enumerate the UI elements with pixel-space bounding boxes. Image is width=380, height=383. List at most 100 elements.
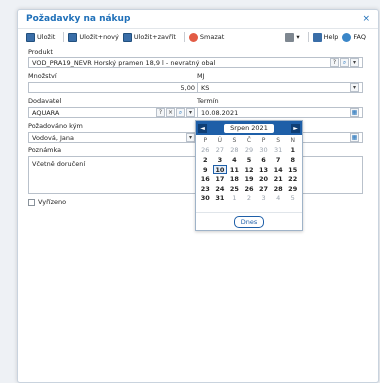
calendar-day[interactable]: 29: [285, 184, 300, 194]
product-option-icon[interactable]: ?: [330, 58, 339, 67]
done-label: Vyřízeno: [38, 198, 67, 206]
delete-label: Smazat: [199, 33, 225, 41]
requested-by-select[interactable]: Vodová, Jana ▾: [28, 132, 199, 143]
requested-by-dropdown-icon[interactable]: ▾: [186, 133, 195, 142]
unit-dropdown-icon[interactable]: ▾: [350, 83, 359, 92]
calendar-day[interactable]: 5: [285, 194, 300, 204]
save-button[interactable]: Uložit: [26, 32, 55, 42]
weekday-header: S: [232, 137, 237, 145]
calendar-day[interactable]: 6: [256, 155, 271, 165]
checkbox-box[interactable]: [28, 198, 35, 206]
save-new-icon: [68, 32, 78, 42]
calendar-day[interactable]: 17: [213, 174, 228, 184]
calendar-day[interactable]: 30: [198, 194, 213, 204]
calendar-day[interactable]: 26: [198, 146, 213, 156]
calendar-day[interactable]: 2: [242, 194, 257, 204]
save-icon: [26, 32, 35, 42]
note-value: Včetně doručení: [32, 160, 86, 168]
calendar-day-selected[interactable]: 10: [212, 164, 228, 175]
save-new-button[interactable]: Uložit+nový: [68, 32, 119, 42]
calendar-day[interactable]: 31: [271, 146, 286, 156]
calendar-day[interactable]: 14: [271, 165, 286, 175]
calendar-day[interactable]: 21: [271, 174, 286, 184]
calendar-day[interactable]: 8: [285, 155, 300, 165]
supplier-search-icon[interactable]: ⌕: [176, 108, 185, 117]
supplier-label: Dodavatel: [28, 97, 62, 105]
toolbar-divider: [183, 32, 185, 42]
product-search-icon[interactable]: ⌕: [340, 58, 349, 67]
calendar-day[interactable]: 20: [256, 174, 271, 184]
note-label: Poznámka: [28, 146, 62, 154]
calendar-header: ◄ Srpen 2021 ►: [196, 121, 302, 135]
calendar-day[interactable]: 4: [227, 155, 242, 165]
help-book-icon: [312, 32, 322, 42]
product-label: Produkt: [28, 48, 53, 56]
product-value: VOD_PRA19_NEVR Horský pramen 18,9 l - ne…: [32, 58, 216, 67]
weekday-header: Č: [246, 137, 252, 145]
calendar-day[interactable]: 7: [271, 155, 286, 165]
product-dropdown-icon[interactable]: ▾: [350, 58, 359, 67]
supplier-field[interactable]: AQUARA ? × ⌕ ▾: [28, 107, 199, 118]
supplier-option-icon[interactable]: ?: [156, 108, 165, 117]
calendar-day[interactable]: 2: [198, 155, 213, 165]
weekday-header: S: [276, 137, 281, 145]
term-date-input[interactable]: 10.08.2021 ▦: [197, 107, 363, 118]
weekday-header: P: [203, 137, 208, 145]
calendar-day[interactable]: 5: [242, 155, 257, 165]
calendar-day[interactable]: 23: [198, 184, 213, 194]
calendar-day[interactable]: 31: [213, 194, 228, 204]
calendar-day[interactable]: 3: [213, 155, 228, 165]
print-menu-button[interactable]: ▾: [285, 32, 300, 42]
calendar-day[interactable]: 1: [227, 194, 242, 204]
done-checkbox[interactable]: Vyřízeno: [28, 198, 66, 206]
calendar-day[interactable]: 26: [242, 184, 257, 194]
chevron-down-icon: ▾: [296, 33, 300, 41]
requested-by-label: Požadováno kým: [28, 122, 83, 130]
calendar-day[interactable]: 1: [285, 146, 300, 156]
calendar-icon[interactable]: ▦: [350, 133, 359, 142]
delete-button[interactable]: Smazat: [188, 32, 225, 42]
calendar-day[interactable]: 13: [256, 165, 271, 175]
quantity-field[interactable]: 5,00: [28, 82, 199, 93]
calendar-day[interactable]: 18: [227, 174, 242, 184]
close-icon[interactable]: ×: [362, 14, 370, 24]
calendar-day[interactable]: 29: [242, 146, 257, 156]
calendar-day[interactable]: 12: [242, 165, 257, 175]
today-button[interactable]: Dnes: [233, 215, 265, 228]
calendar-day[interactable]: 15: [285, 165, 300, 175]
toolbar-divider: [63, 32, 65, 42]
calendar-day[interactable]: 28: [271, 184, 286, 194]
toolbar-right: ▾ Help FAQ: [285, 32, 370, 42]
calendar-day[interactable]: 27: [256, 184, 271, 194]
quantity-value: 5,00: [180, 83, 195, 92]
toolbar-divider: [307, 32, 309, 42]
calendar-icon[interactable]: ▦: [350, 108, 359, 117]
requested-by-value: Vodová, Jana: [32, 133, 74, 142]
unit-select[interactable]: KS ▾: [197, 82, 363, 93]
help-label: Help: [323, 33, 339, 41]
calendar-day[interactable]: 16: [198, 174, 213, 184]
supplier-clear-icon[interactable]: ×: [166, 108, 175, 117]
calendar-month-title[interactable]: Srpen 2021: [224, 123, 274, 133]
save-close-icon: [122, 32, 132, 42]
calendar-day[interactable]: 24: [213, 184, 228, 194]
save-close-button[interactable]: Uložit+zavřít: [122, 32, 176, 42]
calendar-day[interactable]: 9: [198, 165, 213, 175]
calendar-day[interactable]: 25: [227, 184, 242, 194]
calendar-day[interactable]: 11: [227, 165, 242, 175]
product-field[interactable]: VOD_PRA19_NEVR Horský pramen 18,9 l - ne…: [28, 57, 363, 68]
next-month-icon[interactable]: ►: [291, 123, 300, 133]
calendar-day[interactable]: 3: [256, 194, 271, 204]
calendar-day[interactable]: 30: [256, 146, 271, 156]
delete-icon: [188, 32, 198, 42]
calendar-day[interactable]: 22: [285, 174, 300, 184]
calendar-day[interactable]: 27: [213, 146, 228, 156]
prev-month-icon[interactable]: ◄: [198, 123, 207, 133]
faq-button[interactable]: FAQ: [342, 32, 366, 42]
help-button[interactable]: Help: [312, 32, 339, 42]
calendar-day[interactable]: 19: [242, 174, 257, 184]
supplier-dropdown-icon[interactable]: ▾: [186, 108, 195, 117]
calendar-day[interactable]: 28: [227, 146, 242, 156]
calendar-day[interactable]: 4: [271, 194, 286, 204]
dialog-title: Požadavky na nákup: [26, 14, 131, 24]
